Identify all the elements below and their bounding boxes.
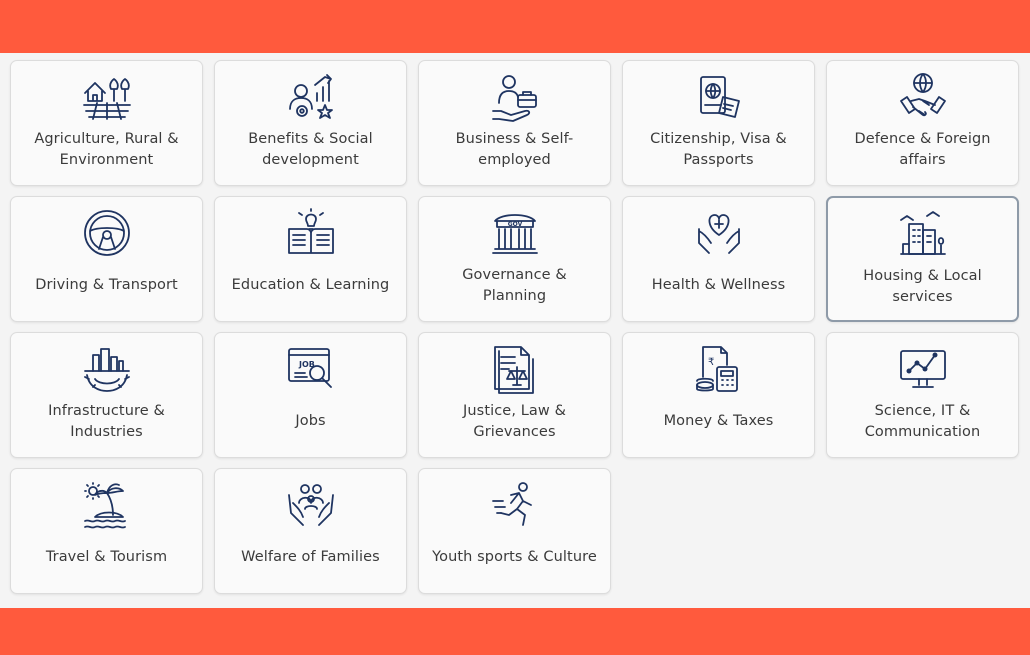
category-label: Youth sports & Culture xyxy=(432,549,597,565)
steering-wheel-icon xyxy=(81,207,133,259)
category-label: Agriculture, Rural & Environment xyxy=(34,131,179,168)
category-tile-defence[interactable]: Defence & Foreign affairs xyxy=(826,60,1019,186)
category-tile-governance[interactable]: GOV Governance & Planning xyxy=(418,196,611,322)
category-tile-health[interactable]: Health & Wellness xyxy=(622,196,815,322)
category-tile-welfare[interactable]: Welfare of Families xyxy=(214,468,407,594)
category-tile-agriculture[interactable]: Agriculture, Rural & Environment xyxy=(10,60,203,186)
category-tile-infrastructure[interactable]: Infrastructure & Industries xyxy=(10,332,203,458)
category-tile-driving[interactable]: Driving & Transport xyxy=(10,196,203,322)
category-tile-science[interactable]: Science, IT & Communication xyxy=(826,332,1019,458)
category-label: Business & Self-employed xyxy=(455,131,574,168)
category-tile-youth-sports[interactable]: Youth sports & Culture xyxy=(418,468,611,594)
category-label: Benefits & Social development xyxy=(248,131,373,168)
government-building-icon: GOV xyxy=(489,207,541,259)
category-label: Defence & Foreign affairs xyxy=(854,131,991,168)
runner-icon xyxy=(489,479,541,531)
category-tile-money[interactable]: ₹ Money & Taxes xyxy=(622,332,815,458)
handshake-globe-icon xyxy=(897,71,949,123)
industry-gear-icon xyxy=(81,343,133,395)
category-grid: Agriculture, Rural & Environment Benefit… xyxy=(10,60,1019,594)
category-label: Infrastructure & Industries xyxy=(48,403,165,440)
svg-text:₹: ₹ xyxy=(708,357,714,368)
law-document-scales-icon xyxy=(489,343,541,395)
category-tile-travel[interactable]: Travel & Tourism xyxy=(10,468,203,594)
book-bulb-icon xyxy=(285,207,337,259)
top-accent-band xyxy=(0,0,1030,53)
category-label: Education & Learning xyxy=(231,277,390,293)
farm-icon xyxy=(81,71,133,123)
category-tile-business[interactable]: Business & Self-employed xyxy=(418,60,611,186)
category-tile-education[interactable]: Education & Learning xyxy=(214,196,407,322)
category-tile-jobs[interactable]: JOB Jobs xyxy=(214,332,407,458)
category-label: Governance & Planning xyxy=(462,267,567,304)
social-benefits-icon xyxy=(285,71,337,123)
job-search-icon: JOB xyxy=(285,343,337,395)
svg-text:GOV: GOV xyxy=(507,221,522,228)
category-tile-citizenship[interactable]: Citizenship, Visa & Passports xyxy=(622,60,815,186)
category-label: Housing & Local services xyxy=(863,268,982,305)
buildings-icon xyxy=(897,208,949,260)
category-label: Money & Taxes xyxy=(663,413,774,429)
category-tile-benefits[interactable]: Benefits & Social development xyxy=(214,60,407,186)
category-tile-housing[interactable]: Housing & Local services xyxy=(826,196,1019,322)
businessman-briefcase-icon xyxy=(489,71,541,123)
category-label: Justice, Law & Grievances xyxy=(463,403,566,440)
heart-hands-icon xyxy=(693,207,745,259)
bottom-accent-band xyxy=(0,608,1030,655)
computer-network-icon xyxy=(897,343,949,395)
category-label: Health & Wellness xyxy=(651,277,786,293)
island-palm-icon xyxy=(81,479,133,531)
category-label: Science, IT & Communication xyxy=(864,403,981,440)
category-label: Driving & Transport xyxy=(35,277,178,293)
category-label: Welfare of Families xyxy=(241,549,380,565)
calculator-rupee-icon: ₹ xyxy=(693,343,745,395)
category-label: Citizenship, Visa & Passports xyxy=(650,131,787,168)
category-tile-justice[interactable]: Justice, Law & Grievances xyxy=(418,332,611,458)
category-label: Travel & Tourism xyxy=(45,549,168,565)
family-hands-icon xyxy=(285,479,337,531)
passport-icon xyxy=(693,71,745,123)
category-label: Jobs xyxy=(295,413,326,429)
